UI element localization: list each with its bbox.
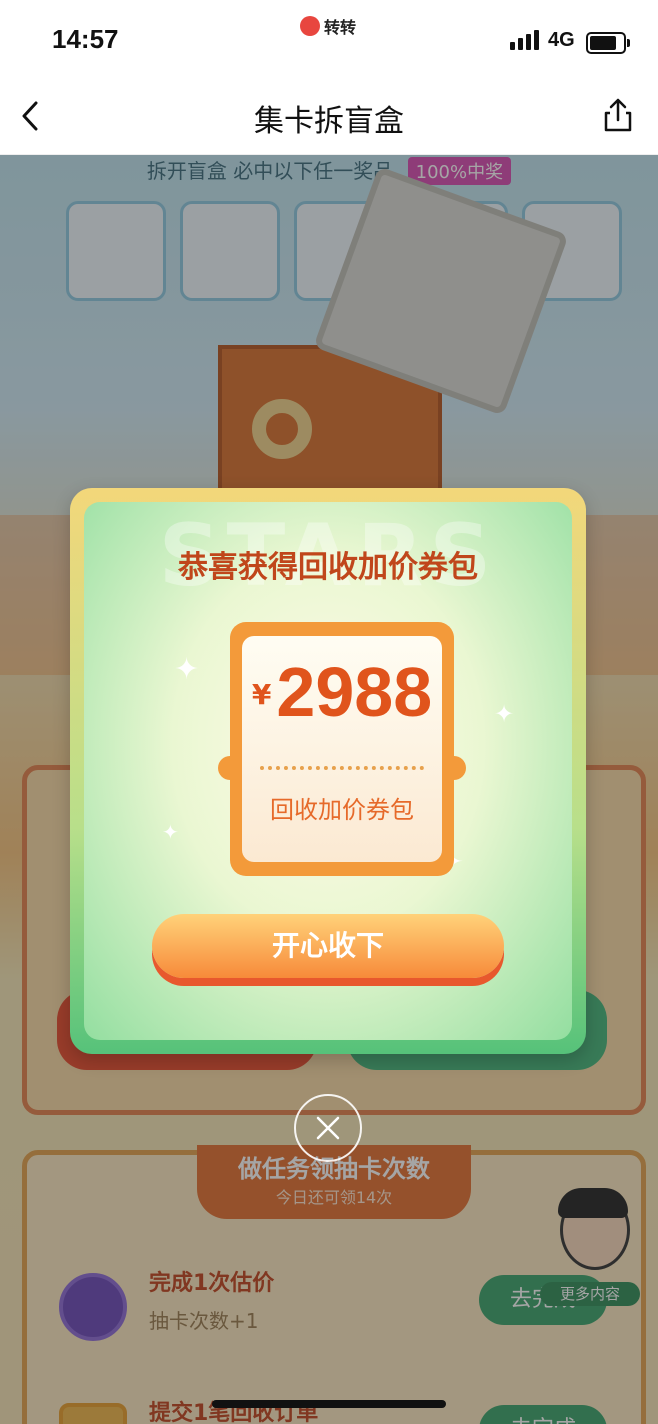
accept-button[interactable]: 开心收下 xyxy=(152,914,504,978)
network-label: 4G xyxy=(548,29,575,51)
coupon-label: 回收加价券包 xyxy=(270,796,414,824)
close-modal-button[interactable] xyxy=(294,1094,362,1162)
currency-symbol: ¥ xyxy=(251,678,272,711)
coupon-amount: ¥ 2988 xyxy=(230,652,454,732)
sparkle-icon: ✦ xyxy=(174,652,200,687)
close-icon xyxy=(316,1116,340,1140)
app-name: 转转 xyxy=(324,18,357,37)
navbar: 集卡拆盲盒 xyxy=(0,80,658,155)
app-badge: 转转 xyxy=(300,14,356,38)
sparkle-icon: ✦ xyxy=(162,820,179,844)
page-title: 集卡拆盲盒 xyxy=(254,104,404,139)
coupon-divider xyxy=(260,766,424,770)
share-button[interactable] xyxy=(598,96,638,136)
app-logo-icon xyxy=(300,16,320,36)
signal-icon xyxy=(510,30,539,50)
sparkle-icon: ✦ xyxy=(494,700,515,728)
battery-icon xyxy=(586,32,630,54)
modal-title: 恭喜获得回收加价券包 xyxy=(178,550,478,585)
reward-modal-body: STARS 恭喜获得回收加价券包 ✦ ✦ ✦ ✦ ¥ 2988 回收加价券包 开… xyxy=(84,502,572,1040)
status-bar: 14:57 转转 4G xyxy=(0,0,658,80)
share-icon xyxy=(604,98,632,132)
home-indicator xyxy=(212,1400,446,1408)
coupon-card: ¥ 2988 回收加价券包 xyxy=(218,622,466,876)
status-time: 14:57 xyxy=(52,24,119,54)
coupon-value: 2988 xyxy=(276,653,433,731)
reward-modal: STARS 恭喜获得回收加价券包 ✦ ✦ ✦ ✦ ¥ 2988 回收加价券包 开… xyxy=(70,488,586,1054)
